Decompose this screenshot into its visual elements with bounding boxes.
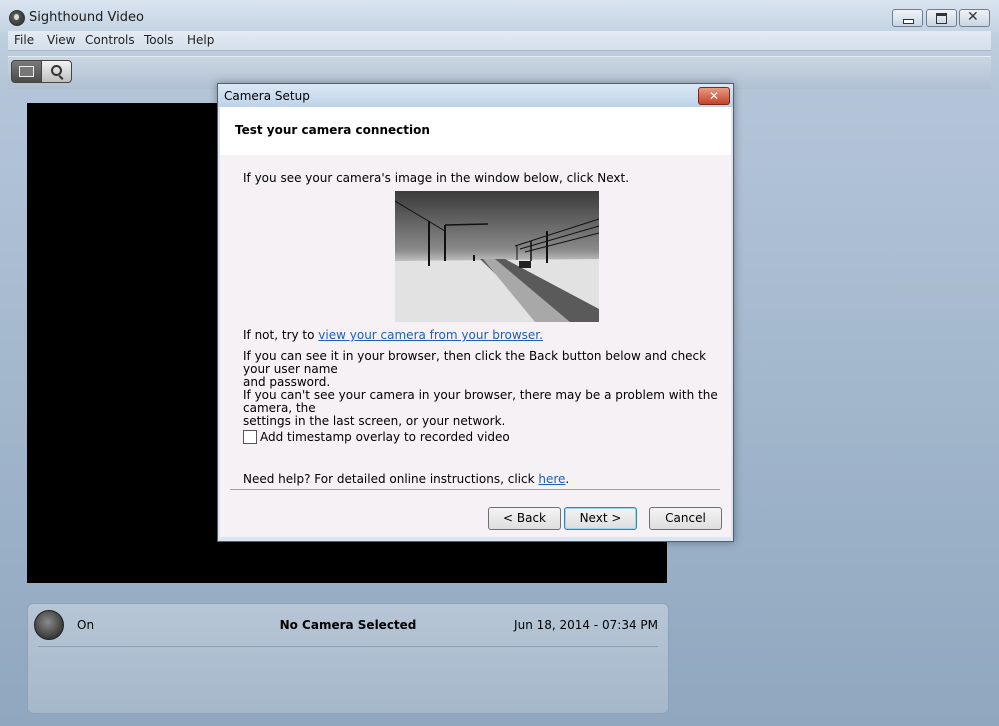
help-suffix: . — [565, 472, 570, 486]
menu-bar: File View Controls Tools Help — [8, 31, 991, 51]
browser-view-link[interactable]: view your camera from your browser. — [318, 328, 543, 342]
maximize-icon — [936, 13, 947, 24]
dialog-header: Test your camera connection — [220, 107, 731, 155]
cant-line-1: If you can't see your camera in your bro… — [243, 388, 718, 415]
timestamp-overlay-checkbox[interactable] — [243, 430, 257, 444]
search-view-button[interactable] — [41, 60, 72, 83]
camera-status-panel: On No Camera Selected Jun 18, 2014 - 07:… — [27, 603, 669, 714]
menu-view[interactable]: View — [47, 33, 75, 47]
minimize-button[interactable] — [892, 9, 923, 27]
minimize-icon — [903, 19, 914, 24]
camera-setup-dialog: Camera Setup ✕ Test your camera connecti… — [217, 83, 734, 542]
title-bar: Sighthound Video ✕ — [0, 0, 999, 32]
cant-line-2: settings in the last screen, or your net… — [243, 414, 506, 428]
menu-tools[interactable]: Tools — [144, 33, 174, 47]
app-window: Sighthound Video ✕ File View Controls To… — [0, 0, 999, 726]
monitor-icon — [19, 66, 34, 77]
search-icon — [51, 65, 62, 76]
ifnot-text: If not, try to view your camera from you… — [243, 329, 543, 342]
ifnot-prefix: If not, try to — [243, 328, 315, 342]
close-button[interactable]: ✕ — [959, 9, 990, 27]
intro-text: If you see your camera's image in the wi… — [243, 171, 630, 185]
divider — [38, 646, 658, 647]
divider — [230, 489, 720, 490]
next-button[interactable]: Next > — [564, 507, 637, 530]
help-link[interactable]: here — [538, 472, 565, 486]
camera-preview-image — [395, 191, 599, 322]
browser-instructions: If you can see it in your browser, then … — [243, 350, 731, 389]
close-icon: ✕ — [967, 9, 979, 25]
monitor-view-button[interactable] — [11, 60, 42, 83]
dialog-heading: Test your camera connection — [235, 123, 430, 137]
dialog-title-bar: Camera Setup ✕ — [218, 84, 733, 107]
help-prefix: Need help? For detailed online instructi… — [243, 472, 535, 486]
maximize-button[interactable] — [926, 9, 957, 27]
status-datetime: Jun 18, 2014 - 07:34 PM — [514, 618, 658, 632]
back-button[interactable]: < Back — [488, 507, 561, 530]
menu-file[interactable]: File — [14, 33, 34, 47]
dialog-title: Camera Setup — [224, 89, 310, 103]
menu-controls[interactable]: Controls — [85, 33, 135, 47]
cancel-button[interactable]: Cancel — [649, 507, 722, 530]
troubleshooting-text: If you can't see your camera in your bro… — [243, 389, 731, 428]
app-title: Sighthound Video — [29, 10, 144, 25]
sighthound-logo-icon — [9, 10, 25, 26]
dialog-close-button[interactable]: ✕ — [698, 87, 730, 105]
timestamp-overlay-label[interactable]: Add timestamp overlay to recorded video — [260, 430, 510, 444]
browser-line-1: If you can see it in your browser, then … — [243, 349, 707, 376]
dialog-body: If you see your camera's image in the wi… — [220, 155, 731, 537]
help-text: Need help? For detailed online instructi… — [243, 473, 569, 486]
menu-help[interactable]: Help — [187, 33, 214, 47]
close-icon: ✕ — [708, 89, 720, 103]
